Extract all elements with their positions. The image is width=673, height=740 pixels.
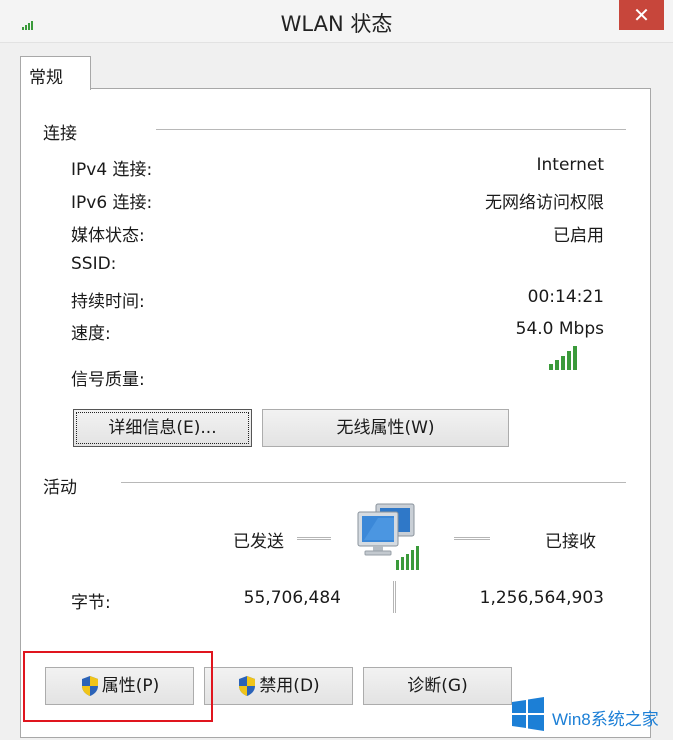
- section-connection-title: 连接: [43, 124, 77, 144]
- windows-logo-icon: [512, 697, 544, 731]
- ipv4-value: Internet: [536, 155, 604, 175]
- close-button[interactable]: ✕: [619, 0, 664, 30]
- window-title: WLAN 状态: [280, 12, 393, 36]
- bytes-received-value: 1,256,564,903: [479, 588, 604, 608]
- tab-general-label: 常规: [29, 68, 63, 88]
- network-computers-icon: [357, 503, 419, 570]
- ipv6-label: IPv6 连接:: [71, 193, 153, 213]
- duration-value: 00:14:21: [527, 287, 604, 307]
- received-label: 已接收: [545, 532, 596, 552]
- ssid-label: SSID:: [71, 254, 117, 274]
- disable-button[interactable]: 禁用(D): [204, 667, 353, 705]
- tab-general[interactable]: 常规: [20, 56, 91, 90]
- signal-bars-icon: [549, 346, 577, 370]
- watermark: Win8系统之家: [508, 696, 673, 740]
- signal-quality-label: 信号质量:: [71, 370, 145, 390]
- section-activity-title: 活动: [43, 478, 77, 498]
- title-bar: WLAN 状态 ✕: [0, 0, 673, 43]
- watermark-text: Win8系统之家: [552, 710, 659, 729]
- diagnose-button[interactable]: 诊断(G): [363, 667, 512, 705]
- close-icon: ✕: [633, 3, 650, 27]
- media-state-label: 媒体状态:: [71, 226, 145, 246]
- properties-highlight-box: [23, 651, 213, 722]
- ipv6-value: 无网络访问权限: [485, 193, 604, 213]
- duration-label: 持续时间:: [71, 292, 145, 312]
- bytes-label: 字节:: [71, 593, 111, 613]
- wireless-properties-button[interactable]: 无线属性(W): [262, 409, 509, 447]
- section-connection-divider: [156, 129, 626, 130]
- uac-shield-icon: [239, 676, 256, 696]
- ipv4-label: IPv4 连接:: [71, 160, 153, 180]
- details-button[interactable]: 详细信息(E)...: [73, 409, 252, 447]
- bytes-sent-value: 55,706,484: [243, 588, 341, 608]
- bytes-separator: [393, 581, 396, 613]
- section-activity-divider: [121, 482, 626, 483]
- sent-label: 已发送: [233, 532, 284, 552]
- general-tab-panel: 连接 IPv4 连接: Internet IPv6 连接: 无网络访问权限 媒体…: [20, 88, 651, 738]
- received-line: [454, 537, 490, 540]
- speed-label: 速度:: [71, 324, 111, 344]
- speed-value: 54.0 Mbps: [515, 319, 604, 339]
- media-state-value: 已启用: [553, 226, 604, 246]
- sent-line: [297, 537, 331, 540]
